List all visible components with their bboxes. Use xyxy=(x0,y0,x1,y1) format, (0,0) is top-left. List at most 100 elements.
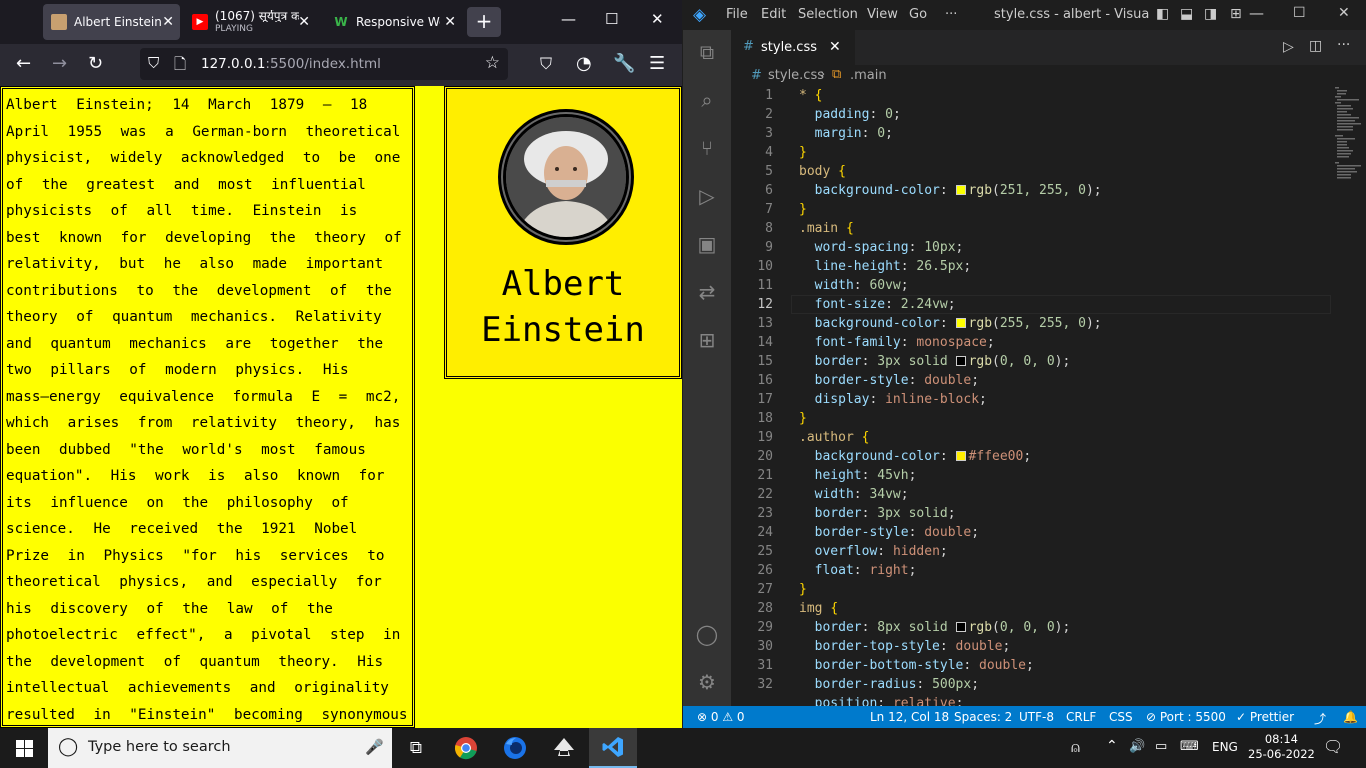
menu-selection[interactable]: Selection xyxy=(798,7,858,22)
windows-start-icon[interactable] xyxy=(0,728,48,768)
account-icon[interactable]: ◯ xyxy=(695,622,719,646)
cursor-position[interactable]: Ln 12, Col 18 xyxy=(870,710,949,724)
code-line-12: font-size: 2.24vw; xyxy=(814,297,956,312)
battery-icon[interactable]: ▭ xyxy=(1155,739,1167,754)
tab-style-css[interactable]: # style.css ✕ xyxy=(731,30,855,65)
menu-more[interactable]: ··· xyxy=(945,7,957,22)
encoding[interactable]: UTF-8 xyxy=(1019,710,1054,724)
menu-file[interactable]: File xyxy=(726,7,748,22)
line-number: 28 xyxy=(757,601,773,616)
close-tab-icon[interactable]: ✕ xyxy=(444,14,456,30)
explorer-icon[interactable]: ⧉ xyxy=(695,40,719,64)
close-tab-icon[interactable]: ✕ xyxy=(298,14,310,30)
code-line-27: } xyxy=(799,582,807,597)
vscode-taskbar-icon[interactable] xyxy=(589,728,637,768)
tab-albert-einstein[interactable]: Albert Einstein ✕ xyxy=(43,4,180,40)
wrench-icon[interactable]: 🔧 xyxy=(613,54,635,74)
tracking-protection-icon[interactable]: ⛉ xyxy=(148,54,159,72)
customize-layout-icon[interactable]: ⊞ xyxy=(1230,6,1242,22)
notifications-bell-icon[interactable]: 🔔 xyxy=(1343,710,1358,724)
volume-icon[interactable]: 🔊 xyxy=(1129,739,1145,754)
color-swatch[interactable] xyxy=(955,451,966,461)
feedback-icon[interactable]: ⤴ xyxy=(1314,710,1326,727)
remote-explorer-icon[interactable]: ▣ xyxy=(695,232,719,256)
close-tab-icon[interactable]: ✕ xyxy=(829,39,841,55)
browser-window: Albert Einstein ✕ ▶ (1067) सूर्यपुत्र कर… xyxy=(0,0,682,728)
toggle-panel-icon[interactable]: ⬓ xyxy=(1180,6,1193,22)
reload-icon[interactable]: ↻ xyxy=(88,54,103,74)
close-window-icon[interactable]: ✕ xyxy=(1338,5,1350,21)
line-ending[interactable]: CRLF xyxy=(1066,710,1096,724)
language-indicator[interactable]: ENG xyxy=(1212,740,1238,754)
code-line-10: line-height: 26.5px; xyxy=(814,259,972,274)
line-number: 13 xyxy=(757,316,773,331)
task-view-icon[interactable]: ⧉ xyxy=(392,728,440,768)
color-swatch[interactable] xyxy=(955,318,966,328)
color-swatch[interactable] xyxy=(955,356,966,366)
problems-indicator[interactable]: ⊗ 0 ⚠ 0 xyxy=(697,710,745,724)
bookmark-star-icon[interactable]: ☆ xyxy=(485,53,500,73)
menu-edit[interactable]: Edit xyxy=(761,7,786,22)
menu-go[interactable]: Go xyxy=(909,7,927,22)
code-line-8: .main { xyxy=(799,221,854,236)
line-number: 19 xyxy=(757,430,773,445)
pocket-icon[interactable]: ⛉ xyxy=(540,54,552,74)
live-server-port[interactable]: ⊘ Port : 5500 xyxy=(1146,710,1226,724)
forward-icon[interactable]: → xyxy=(52,54,67,74)
maximize-icon[interactable]: ☐ xyxy=(605,10,618,28)
keyboard-icon[interactable]: ⌨ xyxy=(1180,739,1199,754)
breadcrumb-file[interactable]: style.css xyxy=(768,68,824,83)
toggle-secondary-sidebar-icon[interactable]: ◨ xyxy=(1204,6,1217,22)
more-actions-icon[interactable]: ··· xyxy=(1337,37,1350,53)
indentation[interactable]: Spaces: 2 xyxy=(954,710,1012,724)
language-mode[interactable]: CSS xyxy=(1109,710,1133,724)
prettier-status[interactable]: ✓ Prettier xyxy=(1236,710,1294,724)
close-tab-icon[interactable]: ✕ xyxy=(162,14,174,30)
menu-icon[interactable]: ☰ xyxy=(649,54,665,74)
chevron-up-icon[interactable]: ⌃ xyxy=(1106,738,1118,754)
back-icon[interactable]: ← xyxy=(16,54,31,74)
css-file-icon: # xyxy=(743,39,754,54)
clock[interactable]: 08:14 25-06-2022 xyxy=(1248,732,1315,762)
settings-gear-icon[interactable]: ⚙ xyxy=(695,670,719,694)
css-file-icon: # xyxy=(751,68,762,83)
run-icon[interactable]: ▷ xyxy=(1283,39,1294,55)
minimap[interactable] xyxy=(1335,87,1365,187)
firefox-icon[interactable] xyxy=(491,728,539,768)
code-editor[interactable]: 1 2 3 4 5 6 7 8 9 10 11 12 13 14 15 16 17 18 19 20 21 22 23 24 2… xyxy=(731,87,1366,711)
notifications-icon[interactable]: 🗨 xyxy=(1323,737,1343,756)
run-debug-icon[interactable]: ▷ xyxy=(695,184,719,208)
url-text[interactable]: 127.0.0.1:5500/index.html xyxy=(201,56,381,72)
live-share-icon[interactable]: ⇄ xyxy=(695,280,719,304)
search-icon[interactable]: ⌕ xyxy=(695,88,719,112)
microphone-icon[interactable]: 🎤 xyxy=(365,738,384,756)
people-icon[interactable]: ⍝ xyxy=(1071,738,1080,756)
menu-view[interactable]: View xyxy=(867,7,898,22)
tab-title: (1067) सूर्यपुत्र कर्ण xyxy=(215,9,299,22)
page-viewport: Albert Einstein; 14 March 1879 – 18 Apri… xyxy=(0,86,682,728)
page-icon: 🗋 xyxy=(174,55,187,73)
chrome-icon[interactable] xyxy=(442,728,490,768)
close-window-icon[interactable]: ✕ xyxy=(651,10,664,28)
color-swatch[interactable] xyxy=(955,185,966,195)
color-swatch[interactable] xyxy=(955,622,966,632)
tab-responsive-web[interactable]: W Responsive Web ✕ xyxy=(325,4,462,40)
taskbar-search-box[interactable]: ◯ Type here to search 🎤 xyxy=(48,728,392,768)
url-bar[interactable]: ⛉ 🗋 127.0.0.1:5500/index.html ☆ xyxy=(140,48,508,80)
extension-icon[interactable]: ◔ xyxy=(576,54,592,74)
toggle-sidebar-icon[interactable]: ◧ xyxy=(1156,6,1169,22)
inkscape-icon[interactable] xyxy=(540,728,588,768)
source-control-icon[interactable]: ⑂ xyxy=(695,136,719,160)
new-tab-button[interactable]: + xyxy=(467,7,501,37)
extensions-icon[interactable]: ⊞ xyxy=(695,328,719,352)
tab-youtube[interactable]: ▶ (1067) सूर्यपुत्र कर्ण PLAYING ✕ xyxy=(184,4,316,40)
maximize-icon[interactable]: ☐ xyxy=(1293,5,1306,21)
breadcrumb-symbol[interactable]: .main xyxy=(850,68,887,83)
minimize-icon[interactable]: — xyxy=(561,10,576,28)
code-line-19: .author { xyxy=(799,430,870,445)
playing-label: PLAYING xyxy=(215,23,253,34)
windows-taskbar: ◯ Type here to search 🎤 ⧉ ⍝ ⌃ 🔊 ▭ ⌨ ENG … xyxy=(0,728,1366,768)
minimize-icon[interactable]: — xyxy=(1249,4,1264,22)
split-editor-icon[interactable]: ◫ xyxy=(1309,38,1322,54)
tab-label: style.css xyxy=(761,40,817,55)
